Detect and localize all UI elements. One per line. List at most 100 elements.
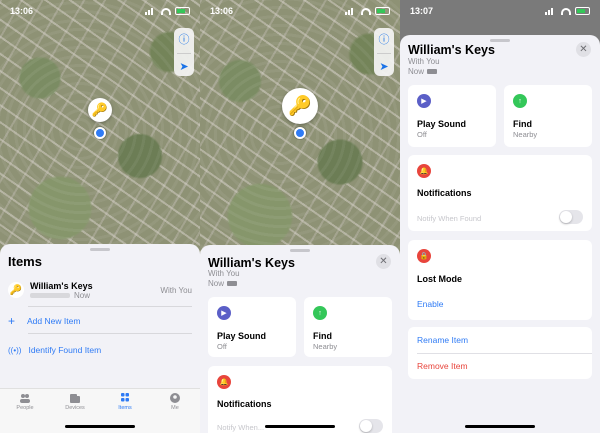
item-title: William's Keys bbox=[408, 43, 495, 57]
status-time: 13:06 bbox=[210, 6, 234, 16]
tab-label: Me bbox=[171, 405, 179, 411]
arrow-up-icon: ↑ bbox=[313, 306, 327, 320]
map-controls: ⓘ ➤ bbox=[174, 28, 194, 76]
notifications-label: Notifications bbox=[217, 399, 272, 409]
item-status: With You bbox=[160, 285, 192, 295]
notify-when-found-toggle[interactable] bbox=[559, 210, 583, 224]
status-bar: 13:07 bbox=[400, 0, 600, 22]
item-detail-expanded-screen: 13:07 William's Keys With You Now ✕ ▶ Pl… bbox=[400, 0, 600, 433]
battery-icon bbox=[175, 7, 190, 15]
notify-when-found-label: Notify When Found bbox=[417, 214, 482, 223]
sheet-grabber[interactable] bbox=[290, 249, 310, 252]
close-button[interactable]: ✕ bbox=[376, 254, 391, 269]
home-indicator[interactable] bbox=[265, 425, 335, 428]
battery-icon bbox=[575, 7, 590, 15]
signal-icon bbox=[345, 7, 357, 15]
find-button[interactable]: ↑ Find Nearby bbox=[304, 297, 392, 357]
notify-when-found-label: Notify When... bbox=[217, 423, 265, 432]
location-arrow-icon[interactable]: ➤ bbox=[379, 60, 388, 73]
bell-icon: 🔔 bbox=[217, 375, 231, 389]
items-icon bbox=[121, 393, 129, 402]
close-icon: ✕ bbox=[579, 44, 588, 55]
signal-icon bbox=[545, 7, 557, 15]
play-sound-status: Off bbox=[217, 342, 227, 351]
play-sound-label: Play Sound bbox=[217, 331, 267, 341]
tab-label: People bbox=[16, 405, 34, 411]
status-bar: 13:06 bbox=[0, 0, 200, 22]
notifications-card: 🔔 Notifications Notify When Found bbox=[408, 155, 592, 231]
item-detail-sheet: William's Keys With You Now ✕ ▶ Play Sou… bbox=[200, 245, 400, 433]
location-arrow-icon[interactable]: ➤ bbox=[179, 60, 188, 73]
satellite-map[interactable]: 13:06 ⓘ ➤ 🔑 bbox=[200, 0, 400, 270]
divider bbox=[28, 306, 192, 307]
battery-icon bbox=[427, 69, 438, 74]
bell-icon: 🔔 bbox=[417, 164, 431, 178]
notifications-card: 🔔 Notifications Notify When... bbox=[208, 366, 392, 433]
wifi-icon bbox=[561, 7, 571, 15]
divider bbox=[28, 333, 192, 334]
item-actions-card: Rename Item Remove Item bbox=[408, 327, 592, 379]
status-bar: 13:06 bbox=[200, 0, 400, 22]
key-pin-icon[interactable]: 🔑 bbox=[88, 98, 112, 122]
devices-icon bbox=[70, 394, 80, 403]
find-button[interactable]: ↑ Find Nearby bbox=[504, 85, 592, 147]
item-subtitle: With You bbox=[408, 57, 440, 66]
sheet-grabber[interactable] bbox=[90, 248, 110, 251]
item-time: Now bbox=[208, 279, 225, 288]
info-icon[interactable]: ⓘ bbox=[179, 31, 190, 47]
arrow-up-icon: ↑ bbox=[513, 94, 527, 108]
info-icon[interactable]: ⓘ bbox=[379, 31, 390, 47]
play-sound-status: Off bbox=[417, 130, 427, 139]
find-label: Find bbox=[513, 119, 532, 129]
signal-icon bbox=[145, 7, 157, 15]
item-time: Now bbox=[74, 290, 91, 300]
home-indicator[interactable] bbox=[465, 425, 535, 428]
tab-people[interactable]: People bbox=[0, 393, 50, 433]
play-sound-button[interactable]: ▶ Play Sound Off bbox=[208, 297, 296, 357]
lost-mode-label: Lost Mode bbox=[417, 274, 462, 284]
user-location-dot bbox=[94, 127, 106, 139]
find-status: Nearby bbox=[313, 342, 338, 351]
sheet-grabber[interactable] bbox=[490, 39, 510, 42]
close-button[interactable]: ✕ bbox=[576, 42, 591, 57]
status-time: 13:07 bbox=[410, 6, 434, 16]
me-icon bbox=[170, 393, 180, 403]
battery-icon bbox=[227, 281, 238, 286]
key-icon: 🔑 bbox=[8, 282, 24, 298]
item-detail-sheet: William's Keys With You Now ✕ ▶ Play Sou… bbox=[400, 35, 600, 433]
key-pin-icon[interactable]: 🔑 bbox=[282, 88, 318, 124]
battery-icon bbox=[375, 7, 390, 15]
enable-lost-mode-link[interactable]: Enable bbox=[417, 299, 443, 309]
play-icon: ▶ bbox=[217, 306, 231, 320]
tab-me[interactable]: Me bbox=[150, 393, 200, 433]
identify-found-item-label: Identify Found Item bbox=[28, 345, 102, 355]
item-detail-screen: 13:06 ⓘ ➤ 🔑 William's Keys With You Now … bbox=[200, 0, 400, 433]
item-name: William's Keys bbox=[30, 280, 93, 291]
add-new-item-button[interactable]: + Add New Item bbox=[8, 314, 80, 328]
identify-found-item-button[interactable]: ((•)) Identify Found Item bbox=[8, 345, 101, 355]
notifications-label: Notifications bbox=[417, 188, 472, 198]
redacted-location bbox=[30, 292, 70, 298]
notify-when-found-toggle[interactable] bbox=[359, 419, 383, 433]
list-item-williams-keys[interactable]: 🔑 William's Keys Now With You bbox=[8, 279, 192, 301]
play-icon: ▶ bbox=[417, 94, 431, 108]
items-list-screen: 13:06 ⓘ ➤ 🔑 Items 🔑 William's Keys Now W… bbox=[0, 0, 200, 433]
tab-label: Devices bbox=[65, 405, 85, 411]
find-status: Nearby bbox=[513, 130, 538, 139]
home-indicator[interactable] bbox=[65, 425, 135, 428]
broadcast-icon: ((•)) bbox=[8, 345, 22, 355]
plus-icon: + bbox=[8, 314, 16, 328]
tab-label: Items bbox=[118, 405, 132, 411]
rename-item-button[interactable]: Rename Item bbox=[417, 335, 468, 345]
close-icon: ✕ bbox=[379, 256, 388, 267]
wifi-icon bbox=[361, 7, 371, 15]
items-sheet: Items 🔑 William's Keys Now With You + Ad… bbox=[0, 244, 200, 433]
satellite-map[interactable]: 13:06 ⓘ ➤ 🔑 bbox=[0, 0, 200, 260]
page-title: Items bbox=[8, 254, 42, 269]
play-sound-button[interactable]: ▶ Play Sound Off bbox=[408, 85, 496, 147]
tab-bar: People Devices Items Me bbox=[0, 388, 200, 433]
wifi-icon bbox=[161, 7, 171, 15]
play-sound-label: Play Sound bbox=[417, 119, 467, 129]
remove-item-button[interactable]: Remove Item bbox=[417, 361, 468, 371]
divider bbox=[417, 353, 592, 354]
